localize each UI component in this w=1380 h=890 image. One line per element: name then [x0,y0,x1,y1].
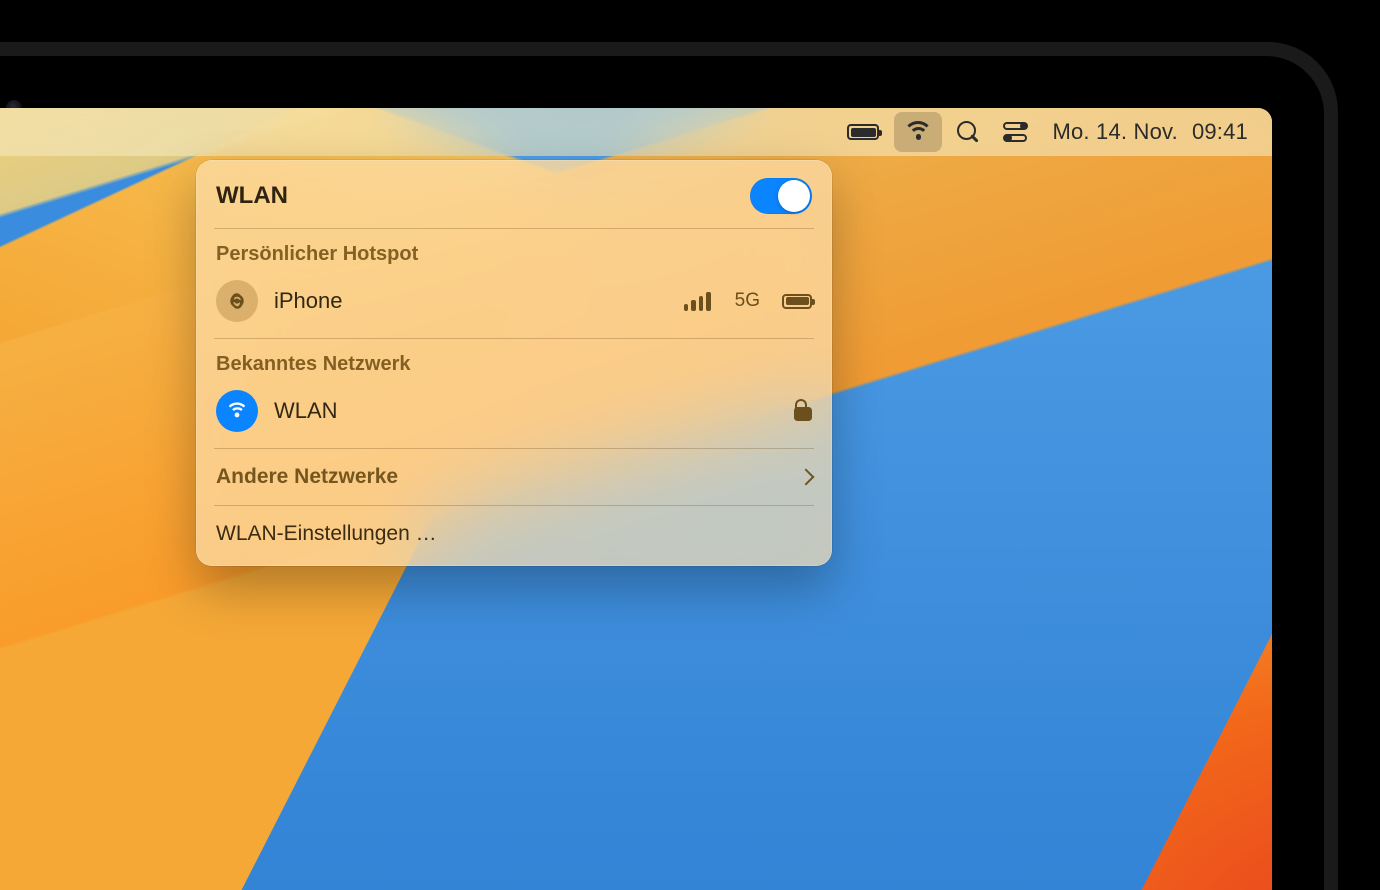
known-network-item[interactable]: WLAN [216,384,812,448]
known-network-name: WLAN [274,398,338,424]
menubar-clock[interactable]: Mo. 14. Nov. 09:41 [1052,119,1248,145]
menubar-wifi[interactable] [894,112,942,152]
chevron-right-icon [798,469,815,486]
hotspot-icon [216,280,258,322]
search-icon [957,121,979,143]
wifi-network-icon [216,390,258,432]
menubar-battery[interactable] [838,112,888,152]
toggle-knob-icon [778,180,810,212]
wifi-icon [903,121,933,143]
menubar-control-center[interactable] [994,112,1038,152]
control-center-icon [1003,123,1029,141]
other-networks-item[interactable]: Andere Netzwerke [196,449,832,505]
device-frame: Mo. 14. Nov. 09:41 WLAN Persönlicher Hot… [0,0,1380,890]
hotspot-battery-icon [782,294,812,309]
known-network-section-label: Bekanntes Netzwerk [216,339,812,384]
hotspot-item[interactable]: iPhone 5G [216,274,812,338]
menubar-spotlight[interactable] [948,112,988,152]
cellular-signal-icon [684,291,711,311]
wifi-settings-label: WLAN-Einstellungen … [216,522,437,545]
wifi-menu-panel: WLAN Persönlicher Hotspot [196,160,832,566]
menubar: Mo. 14. Nov. 09:41 [0,108,1272,156]
screen: Mo. 14. Nov. 09:41 WLAN Persönlicher Hot… [0,108,1272,890]
wifi-menu-title: WLAN [216,182,288,210]
battery-icon [847,124,879,140]
wifi-toggle[interactable] [750,178,812,214]
hotspot-section-label: Persönlicher Hotspot [216,229,812,274]
menubar-time: 09:41 [1192,119,1248,145]
menubar-date: Mo. 14. Nov. [1052,119,1177,145]
lock-icon [794,401,812,421]
wifi-settings-item[interactable]: WLAN-Einstellungen … [196,506,832,564]
other-networks-label: Andere Netzwerke [216,465,398,489]
hotspot-network-type: 5G [735,290,760,312]
hotspot-name: iPhone [274,288,343,314]
